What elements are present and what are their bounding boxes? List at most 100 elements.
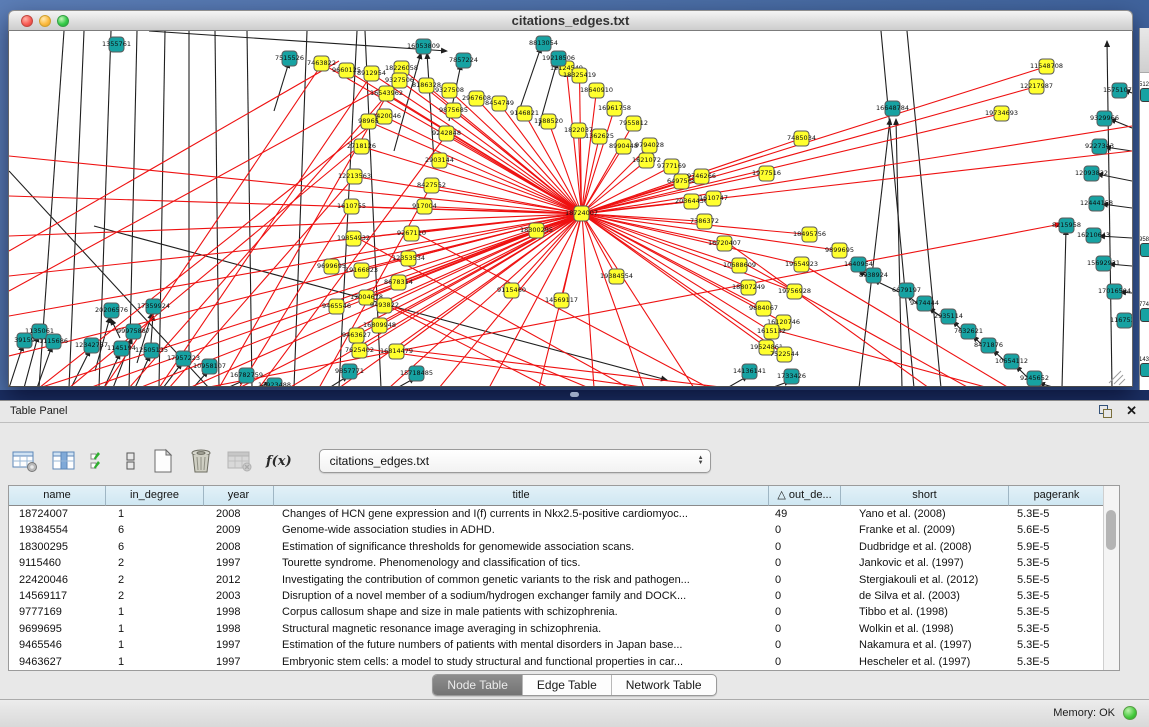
table-cell: Structural magnetic resonance image aver… [274,621,769,637]
graph-node-label: 11548708 [1030,62,1063,70]
table-cell: Corpus callosum shape and size in male p… [274,604,769,620]
graph-node-label: 9242848 [432,129,461,137]
table-row[interactable]: 969969511998Structural magnetic resonanc… [9,621,1119,637]
graph-node-label: 18325419 [563,71,596,79]
table-row[interactable]: 1456911722003Disruption of a novel membe… [9,588,1119,604]
table-cell: 5.3E-5 [1009,604,1105,620]
table-cell: 18300295 [9,539,106,555]
table-cell: 0 [769,621,841,637]
graph-node-label: 12342757 [75,341,108,349]
table-row[interactable]: 946362711997Embryonic stem cells: a mode… [9,654,1119,670]
table-scrollbar[interactable] [1103,486,1119,670]
table-row[interactable]: 911546021997Tourette syndrome. Phenomeno… [9,555,1119,571]
window-title: citations_edges.txt [9,13,1132,28]
table-row[interactable]: 1938455462009Genome-wide association stu… [9,522,1119,538]
table-row[interactable]: 2242004622012Investigating the contribut… [9,572,1119,588]
graph-node-label: 9327508 [435,86,464,94]
graph-node-label: 9463627 [342,331,371,339]
graph-node-label: 15718485 [400,369,433,377]
tab-edge-table[interactable]: Edge Table [523,675,612,695]
column-header-year[interactable]: year [204,486,274,506]
graph-node-label: 1610747 [699,194,728,202]
table-cell: Yano et al. (2008) [841,506,1009,522]
delete-column-icon[interactable] [188,447,214,475]
column-header-pagerank[interactable]: pagerank [1009,486,1105,506]
table-row[interactable]: 1830029562008Estimation of significance … [9,539,1119,555]
memory-status-label: Memory: OK [1053,707,1115,719]
close-panel-icon[interactable]: ✕ [1126,403,1137,419]
column-visibility-icon[interactable] [52,447,76,475]
table-cell: 9465546 [9,637,106,653]
graph-node-label: 1610755 [337,202,366,210]
select-columns-icon[interactable] [89,447,111,475]
table-cell: 5.3E-5 [1009,654,1105,670]
table-cell: 2008 [204,506,274,522]
graph-node-label: 9899695 [825,246,854,254]
new-column-icon[interactable] [151,447,175,475]
table-cell: 9115460 [9,555,106,571]
graph-node-label: 16210643 [1077,231,1110,239]
background-window-strip[interactable]: 151215958127741143 [1139,28,1149,390]
network-canvas[interactable]: 1872400718300295193845549115460145691179… [8,31,1133,387]
column-header-out_de[interactable]: △ out_de... [769,486,841,506]
window-titlebar[interactable]: citations_edges.txt [8,10,1133,31]
table-cell: 0 [769,572,841,588]
graph-node-label: 12353534 [392,254,425,262]
node-table: namein_degreeyeartitle△ out_de...shortpa… [8,485,1120,671]
graph-node-label: 11923488 [258,381,291,386]
graph-node-label: 8471876 [974,341,1003,349]
graph-node-label: 19218506 [542,54,575,62]
graph-node-label: 18640910 [580,86,613,94]
float-panel-icon[interactable] [1099,405,1113,418]
table-select-dropdown[interactable]: citations_edges.txt ▲▼ [319,449,711,473]
table-cell: Estimation of significance thresholds fo… [274,539,769,555]
graph-node-label: 12093832 [1075,169,1108,177]
graph-node-label: 8813054 [529,39,558,47]
table-row[interactable]: 977716911998Corpus callosum shape and si… [9,604,1119,620]
graph-node-label: 7625402 [345,346,374,354]
tab-node-table[interactable]: Node Table [433,675,523,695]
graph-node-label: 1145194 [107,344,136,352]
graph-node-label: 1615132 [757,327,786,335]
function-builder-icon[interactable]: f(x) [266,447,292,475]
table-mode-icon[interactable] [12,447,39,475]
row-display-icon[interactable] [124,447,138,475]
graph-node-label: 1115686 [39,337,68,345]
column-header-in_degree[interactable]: in_degree [106,486,204,506]
column-header-name[interactable]: name [9,486,106,506]
table-cell: 1 [106,637,204,653]
graph-node-label: 16053809 [407,42,440,50]
table-cell: Dudbridge et al. (2008) [841,539,1009,555]
graph-node-label: 9327506 [385,76,414,84]
panel-splitter-handle[interactable] [570,392,579,397]
table-cell: Tourette syndrome. Phenomenology and cla… [274,555,769,571]
network-desktop: citations_edges.txt 18724007183002951938… [0,0,1149,400]
tab-network-table[interactable]: Network Table [612,675,716,695]
graph-node-label: 17016504 [1098,287,1131,295]
graph-node-label: 12213563 [338,172,371,180]
graph-node-label: 8215958 [1052,221,1081,229]
column-header-short[interactable]: short [841,486,1009,506]
graph-node-label: 9474444 [910,299,939,307]
network-graph[interactable]: 1872400718300295193845549115460145691179… [9,31,1132,386]
table-cell: 0 [769,637,841,653]
graph-node-label: 20206576 [95,306,128,314]
table-row[interactable]: 1872400712008Changes of HCN gene express… [9,506,1119,522]
table-row[interactable]: 946554611997Estimation of the future num… [9,637,1119,653]
column-header-title[interactable]: title [274,486,769,506]
table-cell: Changes of HCN gene expression and I(f) … [274,506,769,522]
scrollbar-thumb[interactable] [1106,510,1116,550]
table-cell: 0 [769,555,841,571]
table-cell: 5.5E-5 [1009,572,1105,588]
graph-node-label: 9875685 [439,106,468,114]
table-cell: 1 [106,621,204,637]
table-cell: 5.9E-5 [1009,539,1105,555]
graph-node-label: 1588520 [534,117,563,125]
table-cell: Investigating the contribution of common… [274,572,769,588]
graph-node-label: 18495756 [793,230,826,238]
table-cell: Estimation of the future numbers of pati… [274,637,769,653]
table-cell: 49 [769,506,841,522]
cytoscape-screen: citations_edges.txt 18724007183002951938… [0,0,1149,727]
table-cell: Tibbo et al. (1998) [841,604,1009,620]
table-cell: Stergiakouli et al. (2012) [841,572,1009,588]
